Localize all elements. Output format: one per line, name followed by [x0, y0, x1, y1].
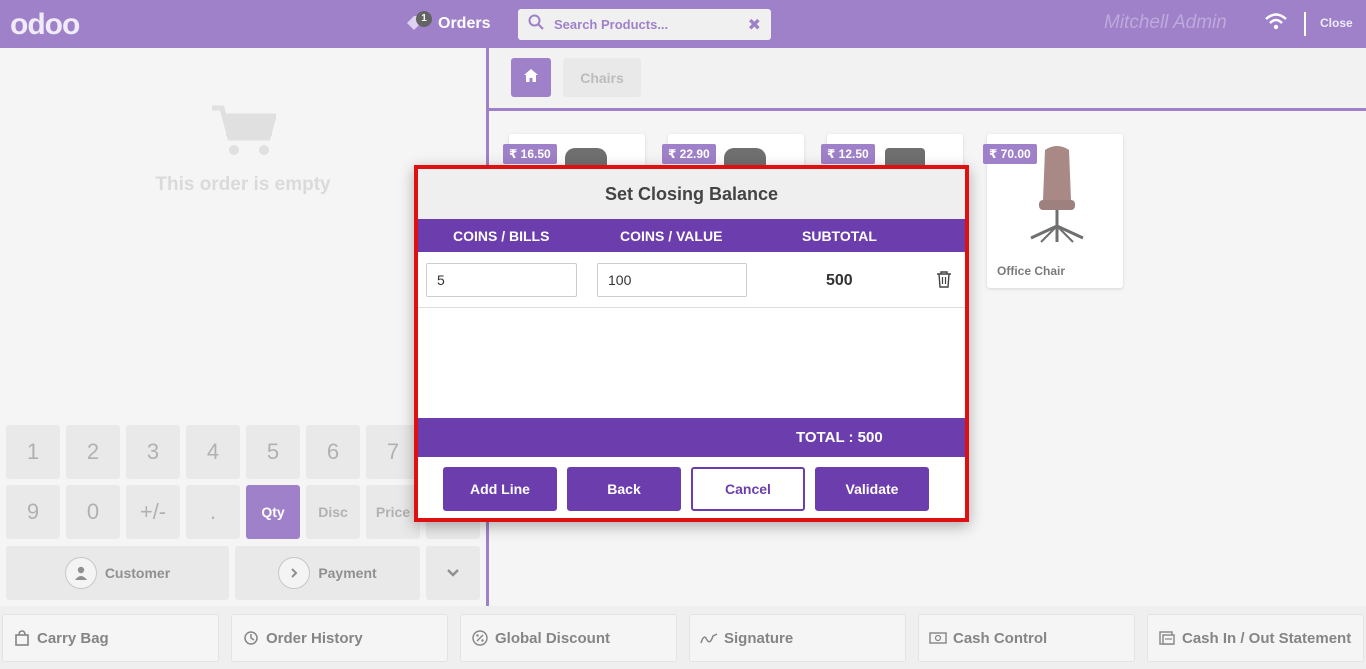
- table-header: COINS / BILLS COINS / VALUE SUBTOTAL: [418, 219, 965, 252]
- coins-value-input[interactable]: [597, 263, 747, 297]
- add-line-button[interactable]: Add Line: [443, 467, 557, 511]
- column-header-coins-bills: COINS / BILLS: [453, 228, 550, 244]
- back-button[interactable]: Back: [567, 467, 681, 511]
- total-bar: TOTAL : 500: [418, 418, 965, 457]
- table-row: 500: [418, 252, 965, 308]
- total-amount: TOTAL : 500: [796, 429, 883, 446]
- column-header-subtotal: SUBTOTAL: [802, 228, 877, 244]
- coins-bills-input[interactable]: [426, 263, 577, 297]
- row-subtotal: 500: [826, 272, 853, 289]
- column-header-coins-value: COINS / VALUE: [620, 228, 723, 244]
- cancel-button[interactable]: Cancel: [691, 467, 805, 511]
- closing-balance-dialog: Set Closing Balance COINS / BILLS COINS …: [414, 165, 969, 522]
- trash-icon[interactable]: [936, 270, 952, 293]
- dialog-title: Set Closing Balance: [418, 169, 965, 219]
- validate-button[interactable]: Validate: [815, 467, 929, 511]
